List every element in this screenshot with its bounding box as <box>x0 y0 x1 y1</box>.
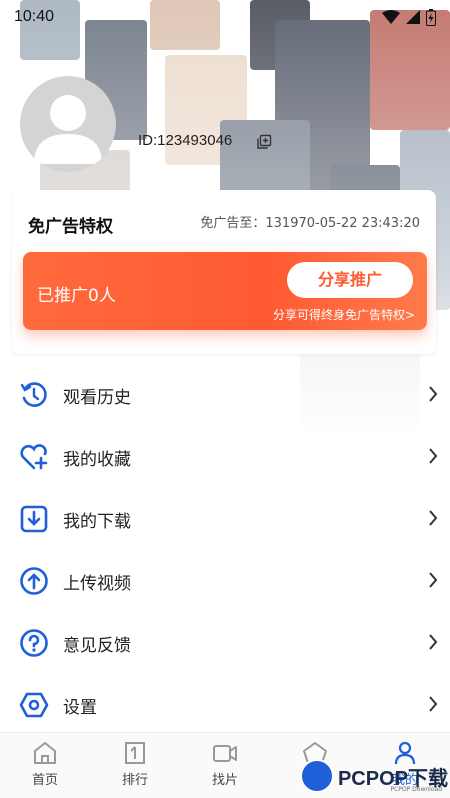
chevron-right-icon <box>429 448 438 464</box>
menu-label: 观看历史 <box>63 387 131 408</box>
watermark-subtext: PCPOP Download <box>390 786 443 793</box>
pcpop-watermark: PCPOP下载 PCPOP Download <box>299 759 448 793</box>
menu-label: 上传视频 <box>63 573 131 594</box>
menu-label: 我的下载 <box>63 511 131 532</box>
history-icon <box>17 378 51 412</box>
promotion-count: 已推广0人 <box>37 286 116 306</box>
menu-item-downloads[interactable]: 我的下载 <box>0 488 450 550</box>
tab-label: 排行 <box>121 773 148 788</box>
card-title: 免广告特权 <box>28 217 113 237</box>
chevron-right-icon <box>429 510 438 526</box>
user-id: ID:123493046 <box>138 132 233 149</box>
status-time: 10:40 <box>14 8 55 25</box>
menu-list: 观看历史 我的收藏 我的下载 上传视频 意见反馈 设置 <box>0 364 450 736</box>
settings-icon <box>17 688 51 722</box>
battery-icon <box>426 8 436 26</box>
avatar[interactable] <box>20 76 116 172</box>
heart-plus-icon <box>17 440 51 474</box>
promotion-hint-link[interactable]: 分享可得终身免广告特权> <box>273 306 415 323</box>
download-icon <box>17 502 51 536</box>
menu-item-settings[interactable]: 设置 <box>0 674 450 736</box>
home-icon <box>34 742 56 764</box>
tab-label: 找片 <box>211 773 238 788</box>
chevron-right-icon <box>429 634 438 650</box>
share-promote-button[interactable]: 分享推广 <box>287 262 413 298</box>
menu-item-upload-video[interactable]: 上传视频 <box>0 550 450 612</box>
question-icon <box>17 626 51 660</box>
pcpop-logo-icon <box>299 759 334 793</box>
ranking-icon <box>125 742 145 764</box>
default-user-icon <box>34 95 102 164</box>
signal-icon <box>406 10 420 24</box>
menu-label: 意见反馈 <box>63 635 131 656</box>
tab-home[interactable]: 首页 <box>0 733 90 798</box>
tab-find[interactable]: 找片 <box>180 733 270 798</box>
status-bar: 10:40 <box>0 0 450 34</box>
wifi-icon <box>382 10 400 24</box>
menu-item-watch-history[interactable]: 观看历史 <box>0 364 450 426</box>
promotion-banner: 已推广0人 分享推广 分享可得终身免广告特权> <box>23 252 427 330</box>
chevron-right-icon <box>429 572 438 588</box>
video-camera-icon <box>213 745 237 762</box>
menu-item-favorites[interactable]: 我的收藏 <box>0 426 450 488</box>
copy-icon[interactable] <box>256 134 272 150</box>
status-icons <box>382 8 436 26</box>
menu-item-feedback[interactable]: 意见反馈 <box>0 612 450 674</box>
chevron-right-icon <box>429 696 438 712</box>
menu-label: 我的收藏 <box>63 449 131 470</box>
chevron-right-icon <box>429 386 438 402</box>
menu-label: 设置 <box>63 697 97 718</box>
tab-label: 首页 <box>31 773 58 788</box>
tab-ranking[interactable]: 排行 <box>90 733 180 798</box>
ad-free-expire-text: 免广告至：131970-05-22 23:43:20 <box>200 216 420 231</box>
upload-icon <box>17 564 51 598</box>
ad-free-card: 免广告特权 免广告至：131970-05-22 23:43:20 已推广0人 分… <box>12 190 436 354</box>
